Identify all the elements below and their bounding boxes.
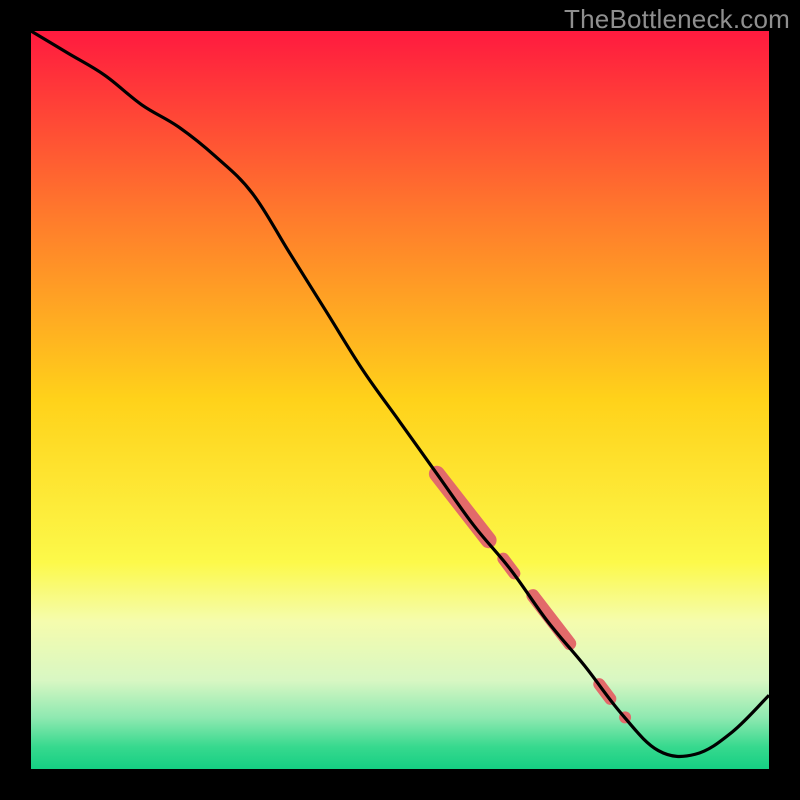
- gradient-background: [31, 31, 769, 769]
- outer-frame: TheBottleneck.com: [0, 0, 800, 800]
- watermark-text: TheBottleneck.com: [564, 4, 790, 35]
- chart-plot-area: [31, 31, 769, 769]
- chart-svg: [31, 31, 769, 769]
